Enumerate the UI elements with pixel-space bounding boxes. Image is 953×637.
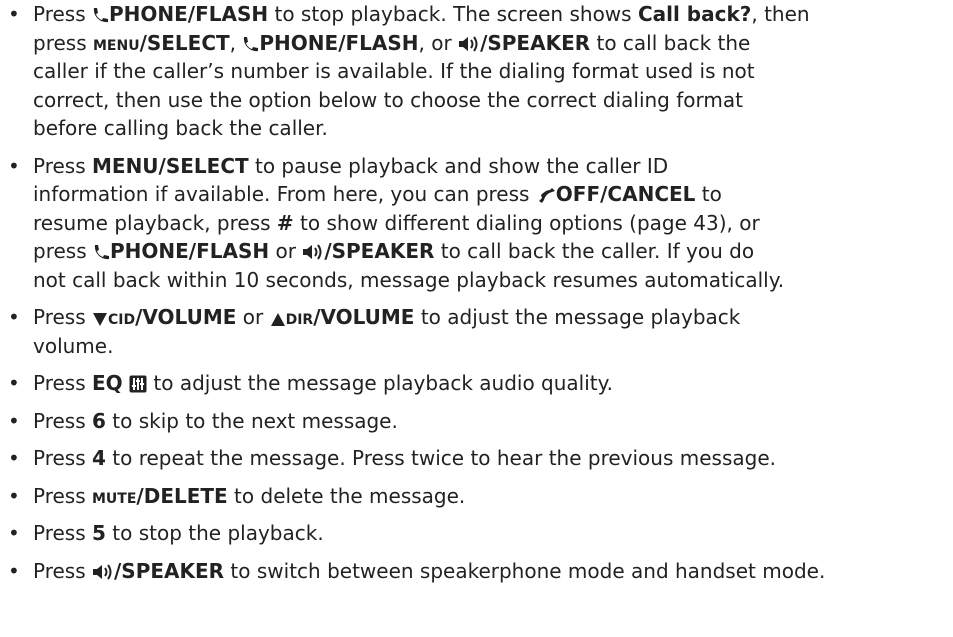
list-item: • Press EQ to adjust the message playbac…: [8, 369, 953, 398]
line: Press 5 to stop the playback.: [33, 521, 324, 545]
bullet: •: [8, 305, 20, 329]
equalizer-icon: [129, 375, 147, 393]
line: resume playback, press # to show differe…: [33, 210, 760, 235]
list-item: • Press MENU/SELECT to pause playback an…: [8, 152, 953, 295]
list-item: • Press mute/DELETE to delete the messag…: [8, 482, 953, 511]
bullet: •: [8, 521, 20, 545]
bullet: •: [8, 408, 20, 433]
bullet: •: [8, 2, 20, 26]
line: Press PHONE/FLASH to stop playback. The …: [33, 2, 810, 26]
list-item: • Press 4 to repeat the message. Press t…: [8, 444, 953, 473]
bullet: •: [8, 483, 20, 508]
line: information if available. From here, you…: [33, 182, 722, 206]
line: correct, then use the option below to ch…: [33, 87, 743, 112]
list-item: • Press /SPEAKER to switch between speak…: [8, 557, 953, 586]
line: press menu/SELECT, PHONE/FLASH, or /SPEA…: [33, 30, 751, 55]
speaker-icon: [459, 35, 478, 52]
bullet: •: [8, 558, 20, 583]
up-triangle-icon: [270, 313, 285, 326]
line: Press cid/VOLUME or dir/VOLUME to adjust…: [33, 305, 741, 329]
list-item: • Press PHONE/FLASH to stop playback. Th…: [8, 0, 953, 143]
line: Press 4 to repeat the message. Press twi…: [33, 446, 776, 470]
line: volume.: [33, 333, 114, 358]
bullet: •: [8, 153, 20, 178]
phone-icon: [94, 245, 109, 260]
phone-icon: [244, 36, 259, 51]
line: Press /SPEAKER to switch between speaker…: [33, 558, 826, 583]
instruction-list: • Press PHONE/FLASH to stop playback. Th…: [0, 0, 953, 585]
list-item: • Press 5 to stop the playback.: [8, 519, 953, 548]
line: press PHONE/FLASH or /SPEAKER to call ba…: [33, 239, 755, 263]
line: Press EQ to adjust the message playback …: [33, 371, 613, 395]
line: Press mute/DELETE to delete the message.: [33, 483, 466, 508]
line: Press MENU/SELECT to pause playback and …: [33, 153, 669, 178]
speaker-icon: [93, 563, 112, 580]
speaker-icon: [303, 244, 322, 260]
line: caller if the caller’s number is availab…: [33, 59, 755, 83]
line: not call back within 10 seconds, message…: [33, 267, 785, 292]
phone-icon: [93, 8, 108, 23]
off-icon: [538, 188, 555, 203]
bullet: •: [8, 446, 20, 470]
list-item: • Press 6 to skip to the next message.: [8, 407, 953, 436]
list-item: • Press cid/VOLUME or dir/VOLUME to adju…: [8, 303, 953, 360]
line: Press 6 to skip to the next message.: [33, 408, 398, 433]
down-triangle-icon: [93, 313, 107, 326]
bullet: •: [8, 371, 20, 395]
line: before calling back the caller.: [33, 116, 328, 140]
